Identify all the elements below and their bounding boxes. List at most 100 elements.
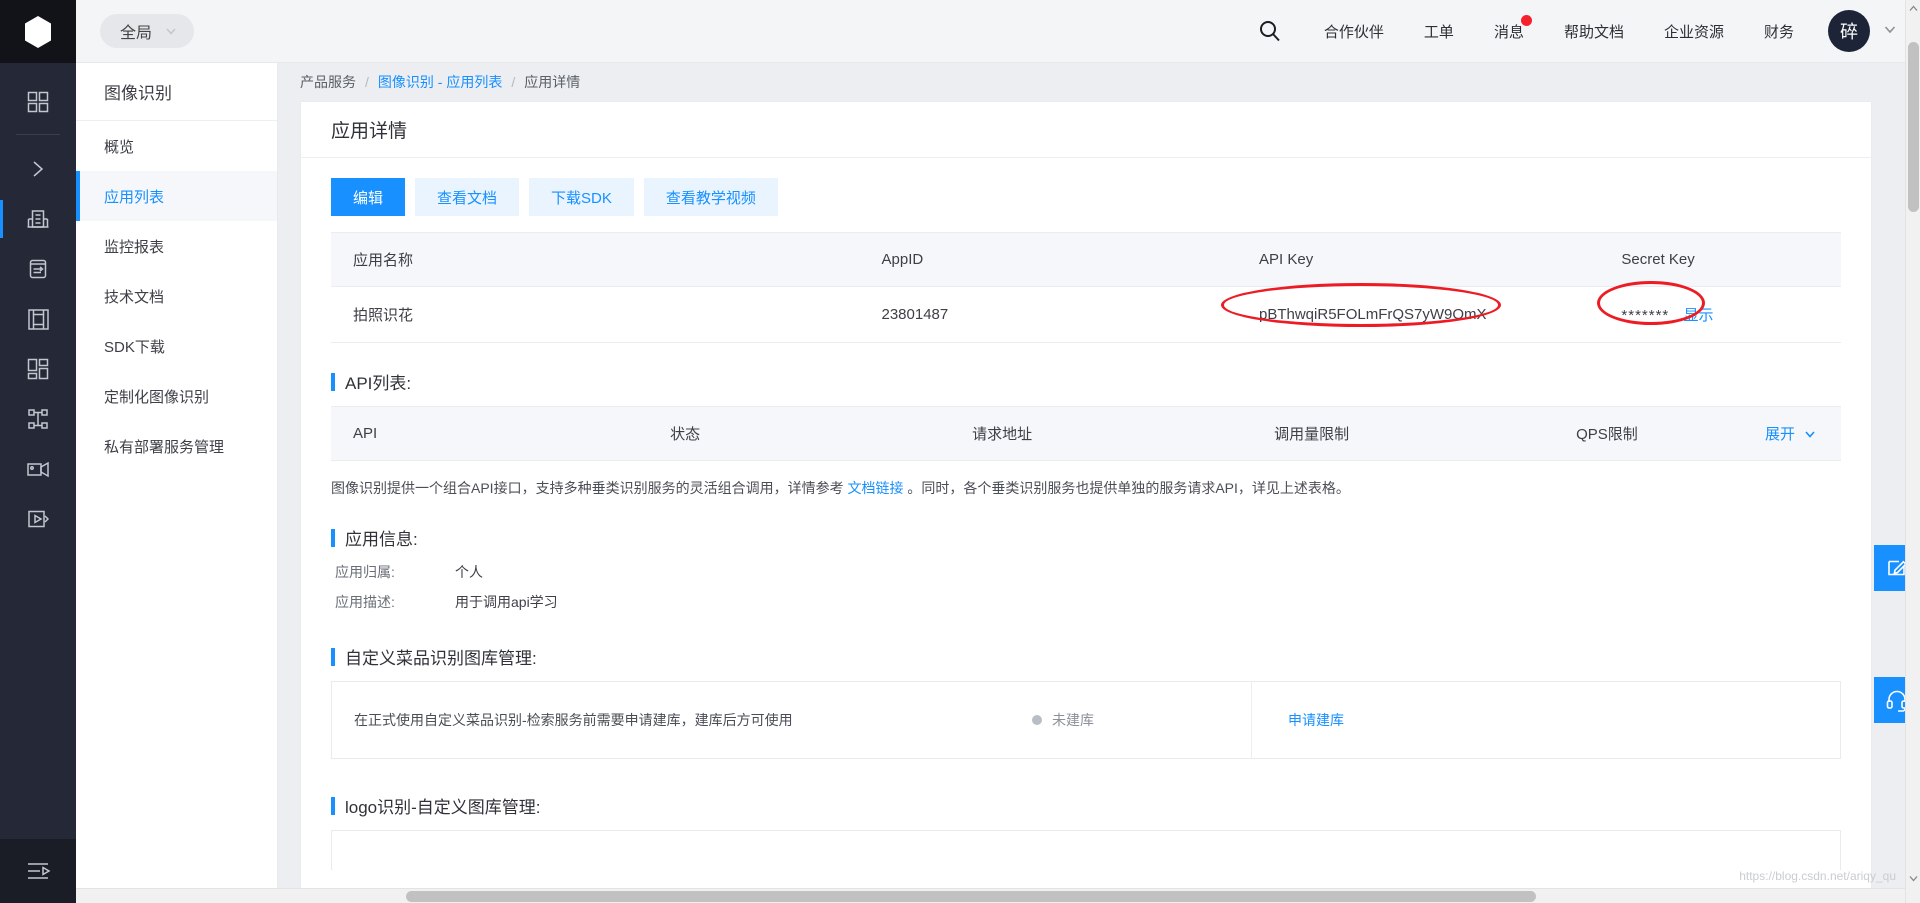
rail-item-expand[interactable] <box>0 144 76 194</box>
page-title: 应用详情 <box>301 102 1871 158</box>
nav-item-enterprise-resources[interactable]: 企业资源 <box>1644 21 1744 42</box>
sidebar-item-app-list[interactable]: 应用列表 <box>76 171 277 221</box>
show-secret-link[interactable]: 显示 <box>1683 307 1713 324</box>
dish-library-panel: 在正式使用自定义菜品识别-检索服务前需要申请建库，建库后方可使用 未建库 申请建… <box>331 681 1841 759</box>
nav-item-messages[interactable]: 消息 <box>1474 14 1544 42</box>
scroll-down-arrow-icon[interactable] <box>1906 870 1920 887</box>
edit-button[interactable]: 编辑 <box>331 178 406 216</box>
icon-rail <box>0 0 76 903</box>
expand-wrapper[interactable]: 展开 <box>1765 423 1817 444</box>
avatar[interactable]: 碎 <box>1828 10 1870 52</box>
rail-item-database[interactable] <box>0 244 76 294</box>
secondary-sidebar: 图像识别 概览 应用列表 监控报表 技术文档 SDK下载 定制化图像识别 私有部… <box>76 63 278 903</box>
breadcrumb-root[interactable]: 产品服务 <box>300 72 356 92</box>
sidebar-item-custom-image-recognition[interactable]: 定制化图像识别 <box>76 371 277 421</box>
vertical-scroll-thumb[interactable] <box>1908 42 1919 212</box>
cell-app-name: 拍照识花 <box>331 286 860 343</box>
sidebar-item-label: 定制化图像识别 <box>104 388 210 406</box>
scope-label: 全局 <box>120 25 153 42</box>
cell-api-key: pBThwqiR5FOLmFrQS7yW9OmX <box>1221 283 1600 343</box>
nav-label: 工单 <box>1423 23 1454 41</box>
nav-label: 合作伙伴 <box>1323 23 1384 41</box>
chevron-down-icon <box>1805 430 1815 438</box>
section-label: API列表: <box>345 374 412 393</box>
search-icon[interactable] <box>1236 19 1304 43</box>
api-key-value: pBThwqiR5FOLmFrQS7yW9OmX <box>1259 306 1487 323</box>
info-value: 用于调用api学习 <box>455 594 558 610</box>
cell-app-id: 23801487 <box>859 286 1237 343</box>
rail-item-grid-apps[interactable] <box>0 77 76 127</box>
sidebar-item-overview[interactable]: 概览 <box>76 121 277 171</box>
rail-item-nodes-network[interactable] <box>0 394 76 444</box>
logo-library-panel <box>331 830 1841 870</box>
rail-icon-list <box>0 63 76 839</box>
top-header: 全局 合作伙伴 工单 消息 帮助文档 企业资源 财务 碎 <box>76 0 1920 63</box>
vertical-scrollbar[interactable] <box>1905 0 1920 903</box>
section-accent-bar <box>331 528 335 547</box>
rail-item-video-camera[interactable] <box>0 444 76 494</box>
note-prefix: 图像识别提供一个组合API接口，支持多种垂类识别服务的灵活组合调用，详情参考 <box>331 480 848 496</box>
apply-library-link[interactable]: 申请建库 <box>1252 710 1344 730</box>
scope-selector[interactable]: 全局 <box>100 14 195 48</box>
sidebar-item-private-deployment[interactable]: 私有部署服务管理 <box>76 421 277 471</box>
api-list-table: API 状态 请求地址 调用量限制 QPS限制 展开 <box>331 406 1841 461</box>
api-list-section-title: API列表: <box>331 369 1871 394</box>
table-row: 拍照识花 23801487 pBThwqiR5FOLmFrQS7yW9OmX *… <box>331 281 1841 343</box>
nav-item-tickets[interactable]: 工单 <box>1404 21 1474 42</box>
scroll-up-arrow-icon[interactable] <box>1906 0 1920 17</box>
expand-api-list-button[interactable]: 展开 <box>1720 406 1841 461</box>
section-accent-bar <box>331 796 335 815</box>
sidebar-item-label: 私有部署服务管理 <box>104 438 225 456</box>
table-header-row: 应用名称 AppID API Key Secret Key <box>331 232 1841 287</box>
note-suffix: 。同时，各个垂类识别服务也提供单独的服务请求API，详见上述表格。 <box>903 480 1350 496</box>
account-chevron-down-icon[interactable] <box>1882 21 1898 42</box>
section-label: 自定义菜品识别图库管理: <box>345 649 537 668</box>
dish-library-description: 在正式使用自定义菜品识别-检索服务前需要申请建库，建库后方可使用 <box>354 712 793 728</box>
chevron-down-icon <box>166 28 176 35</box>
header-actions: 合作伙伴 工单 消息 帮助文档 企业资源 财务 碎 <box>1236 10 1920 52</box>
rail-item-media-play[interactable] <box>0 494 76 544</box>
nav-label: 财务 <box>1763 23 1794 41</box>
rail-divider <box>16 134 60 135</box>
table-header-row: API 状态 请求地址 调用量限制 QPS限制 展开 <box>331 406 1841 461</box>
nav-item-finance[interactable]: 财务 <box>1744 21 1814 42</box>
breadcrumb-link-app-list[interactable]: 图像识别 - 应用列表 <box>378 72 502 92</box>
app-credentials-table: 应用名称 AppID API Key Secret Key 拍照识花 23801… <box>331 232 1841 343</box>
doc-link[interactable]: 文档链接 <box>847 480 903 496</box>
breadcrumb-separator: / <box>365 74 369 90</box>
main-content: 产品服务 / 图像识别 - 应用列表 / 应用详情 应用详情 编辑 查看文档 下… <box>278 63 1920 903</box>
nav-item-help-docs[interactable]: 帮助文档 <box>1544 21 1644 42</box>
column-header-call-limit: 调用量限制 <box>1252 406 1555 461</box>
sidebar-item-monitor-report[interactable]: 监控报表 <box>76 221 277 271</box>
dish-library-section-title: 自定义菜品识别图库管理: <box>331 644 1871 669</box>
view-docs-button[interactable]: 查看文档 <box>415 178 520 216</box>
section-accent-bar <box>331 372 335 391</box>
detail-panel: 应用详情 编辑 查看文档 下载SDK 查看教学视频 应用名称 AppID API… <box>300 101 1872 891</box>
breadcrumb-separator: / <box>511 74 516 90</box>
cell-secret-key: ******* 显示 <box>1597 281 1841 343</box>
section-label: 应用信息: <box>345 530 418 549</box>
message-badge-dot <box>1520 14 1532 26</box>
rail-collapse-menu[interactable] <box>0 839 76 903</box>
cube-logo-icon[interactable] <box>0 0 76 63</box>
sidebar-item-label: 监控报表 <box>104 238 165 256</box>
section-label: logo识别-自定义图库管理: <box>345 798 541 817</box>
info-row-ownership: 应用归属: 个人 <box>335 562 1871 582</box>
info-value: 个人 <box>455 564 483 580</box>
section-accent-bar <box>331 647 335 666</box>
sidebar-item-tech-docs[interactable]: 技术文档 <box>76 271 277 321</box>
nav-label: 帮助文档 <box>1563 23 1624 41</box>
rail-item-image-recognition[interactable] <box>0 294 76 344</box>
nav-item-partners[interactable]: 合作伙伴 <box>1304 21 1404 42</box>
column-header-api: API <box>331 406 649 461</box>
horizontal-scroll-thumb[interactable] <box>406 891 1536 902</box>
status-badge: 未建库 <box>1052 712 1094 728</box>
rail-item-enterprise-building[interactable] <box>0 194 76 244</box>
sidebar-item-label: 概览 <box>104 138 135 156</box>
watch-tutorial-video-button[interactable]: 查看教学视频 <box>643 178 778 216</box>
horizontal-scrollbar[interactable] <box>76 888 1905 903</box>
sidebar-item-sdk-download[interactable]: SDK下载 <box>76 321 277 371</box>
expand-label: 展开 <box>1764 426 1795 443</box>
rail-item-dashboard-blocks[interactable] <box>0 344 76 394</box>
download-sdk-button[interactable]: 下载SDK <box>529 178 634 216</box>
